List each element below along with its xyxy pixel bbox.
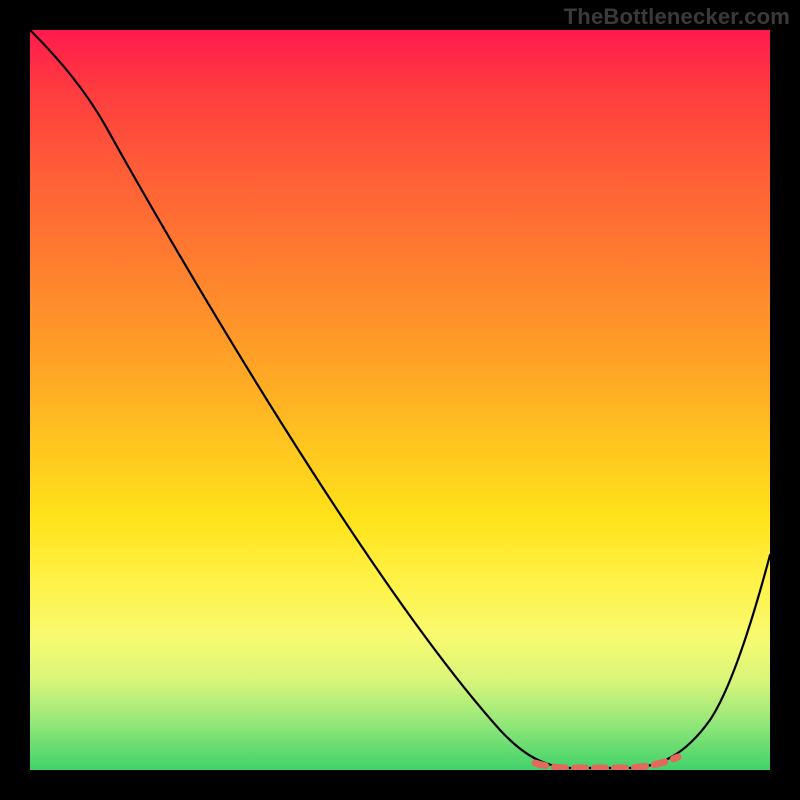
curve-layer [30,30,770,770]
plot-area [30,30,770,770]
optimal-region-marker [535,757,678,768]
watermark-text: TheBottlenecker.com [564,4,790,30]
chart-frame: TheBottlenecker.com [0,0,800,800]
bottleneck-curve-line [30,30,770,768]
